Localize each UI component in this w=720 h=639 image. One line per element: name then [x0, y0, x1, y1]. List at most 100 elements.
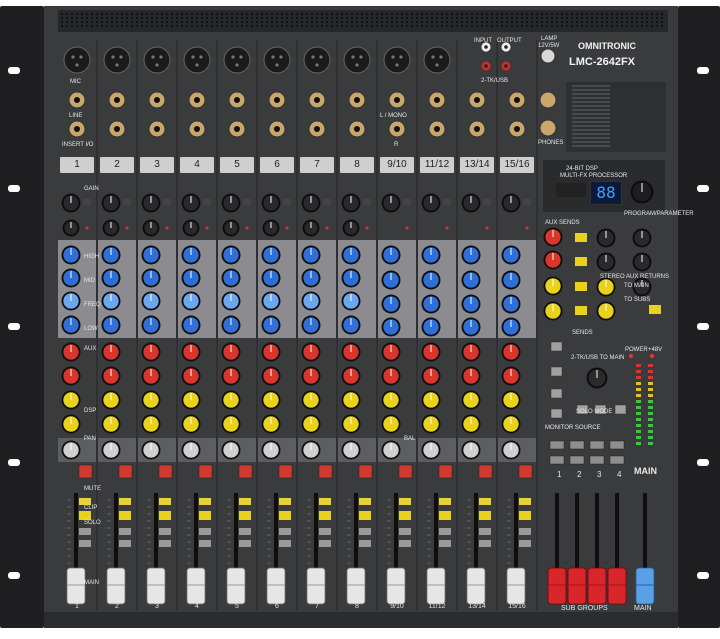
solo-button[interactable] [159, 511, 171, 520]
route-1-2-button[interactable] [319, 528, 331, 535]
route-1-2-button[interactable] [79, 528, 91, 535]
route-1-2-button[interactable] [159, 528, 171, 535]
xlr-mic-input[interactable] [223, 46, 251, 74]
solo-button[interactable] [239, 511, 251, 520]
lowcut-switch[interactable] [83, 199, 91, 205]
mute-button[interactable] [438, 464, 453, 479]
lowcut-switch[interactable] [283, 199, 291, 205]
lowcut-switch[interactable] [443, 199, 451, 205]
lowcut-switch[interactable] [483, 199, 491, 205]
channel-fader[interactable] [426, 567, 446, 605]
subgroup-assign-button[interactable] [549, 440, 565, 450]
subgroup-assign-button[interactable] [609, 455, 625, 465]
route-1-2-button[interactable] [479, 528, 491, 535]
master-switch[interactable] [550, 408, 563, 419]
master-switch[interactable] [614, 404, 627, 415]
xlr-mic-input[interactable] [63, 46, 91, 74]
route-3-4-button[interactable] [399, 540, 411, 547]
aux-solo-button[interactable] [575, 306, 587, 315]
xlr-mic-input[interactable] [143, 46, 171, 74]
xlr-mic-input[interactable] [263, 46, 291, 74]
route-1-2-button[interactable] [239, 528, 251, 535]
lowcut-switch[interactable] [523, 199, 531, 205]
phones-jack[interactable] [539, 119, 557, 137]
route-1-2-button[interactable] [439, 528, 451, 535]
channel-fader[interactable] [306, 567, 326, 605]
route-3-4-button[interactable] [359, 540, 371, 547]
solo-button[interactable] [519, 511, 531, 520]
lowcut-switch[interactable] [123, 199, 131, 205]
mute-button[interactable] [518, 464, 533, 479]
subgroup-fader[interactable] [547, 567, 567, 605]
xlr-mic-input[interactable] [423, 46, 451, 74]
solo-button[interactable] [359, 511, 371, 520]
lowcut-switch[interactable] [323, 199, 331, 205]
mute-button[interactable] [398, 464, 413, 479]
route-3-4-button[interactable] [159, 540, 171, 547]
channel-fader[interactable] [506, 567, 526, 605]
mute-button[interactable] [278, 464, 293, 479]
solo-button[interactable] [119, 511, 131, 520]
subgroup-fader[interactable] [587, 567, 607, 605]
xlr-mic-input[interactable] [183, 46, 211, 74]
lowcut-switch[interactable] [203, 199, 211, 205]
channel-fader[interactable] [186, 567, 206, 605]
route-3-4-button[interactable] [199, 540, 211, 547]
return-solo-button[interactable] [649, 305, 661, 314]
master-switch[interactable] [550, 366, 563, 377]
solo-button[interactable] [479, 511, 491, 520]
solo-button[interactable] [79, 511, 91, 520]
mute-button[interactable] [78, 464, 93, 479]
solo-button[interactable] [199, 511, 211, 520]
route-3-4-button[interactable] [279, 540, 291, 547]
route-3-4-button[interactable] [119, 540, 131, 547]
mute-button[interactable] [318, 464, 333, 479]
route-1-2-button[interactable] [119, 528, 131, 535]
route-3-4-button[interactable] [519, 540, 531, 547]
aux-solo-button[interactable] [575, 257, 587, 266]
subgroup-assign-button[interactable] [569, 455, 585, 465]
xlr-mic-input[interactable] [303, 46, 331, 74]
route-3-4-button[interactable] [439, 540, 451, 547]
route-3-4-button[interactable] [319, 540, 331, 547]
channel-fader[interactable] [266, 567, 286, 605]
subgroup-assign-button[interactable] [589, 440, 605, 450]
master-switch[interactable] [550, 341, 563, 352]
solo-button[interactable] [319, 511, 331, 520]
master-switch[interactable] [550, 388, 563, 399]
channel-fader[interactable] [226, 567, 246, 605]
route-3-4-button[interactable] [239, 540, 251, 547]
lamp-connector[interactable] [540, 48, 556, 64]
route-1-2-button[interactable] [199, 528, 211, 535]
mute-button[interactable] [198, 464, 213, 479]
lowcut-switch[interactable] [243, 199, 251, 205]
channel-fader[interactable] [66, 567, 86, 605]
solo-button[interactable] [439, 511, 451, 520]
lowcut-switch[interactable] [363, 199, 371, 205]
route-1-2-button[interactable] [279, 528, 291, 535]
route-1-2-button[interactable] [399, 528, 411, 535]
channel-fader[interactable] [386, 567, 406, 605]
aux-solo-button[interactable] [575, 233, 587, 242]
route-1-2-button[interactable] [359, 528, 371, 535]
channel-fader[interactable] [146, 567, 166, 605]
mute-button[interactable] [158, 464, 173, 479]
lowcut-switch[interactable] [403, 199, 411, 205]
xlr-mic-input[interactable] [343, 46, 371, 74]
subgroup-assign-button[interactable] [569, 440, 585, 450]
route-3-4-button[interactable] [479, 540, 491, 547]
mute-button[interactable] [118, 464, 133, 479]
subgroup-fader[interactable] [607, 567, 627, 605]
solo-button[interactable] [279, 511, 291, 520]
solo-button[interactable] [399, 511, 411, 520]
route-1-2-button[interactable] [519, 528, 531, 535]
aux-solo-button[interactable] [575, 282, 587, 291]
subgroup-fader[interactable] [567, 567, 587, 605]
subgroup-assign-button[interactable] [589, 455, 605, 465]
main-fader[interactable] [635, 567, 655, 605]
mute-button[interactable] [358, 464, 373, 479]
subgroup-assign-button[interactable] [549, 455, 565, 465]
mute-button[interactable] [238, 464, 253, 479]
mute-button[interactable] [478, 464, 493, 479]
stereo-return-jack[interactable] [539, 91, 557, 109]
